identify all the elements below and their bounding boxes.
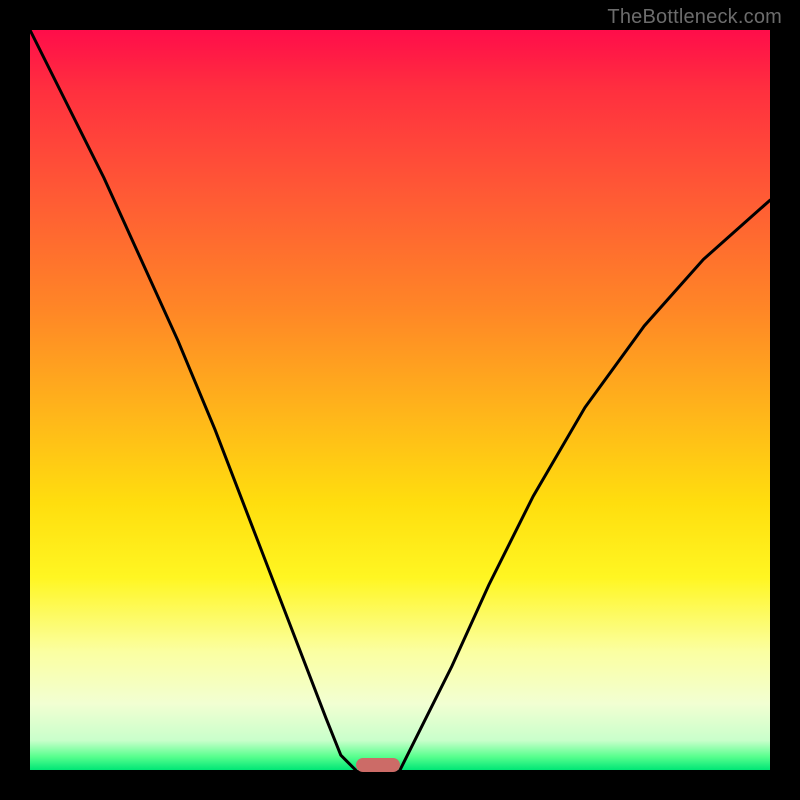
left-curve: [30, 30, 356, 770]
curves-svg: [30, 30, 770, 770]
watermark-text: TheBottleneck.com: [607, 6, 782, 29]
plot-area: [30, 30, 770, 770]
right-curve: [400, 200, 770, 770]
chart-frame: TheBottleneck.com: [0, 0, 800, 800]
bottleneck-marker: [356, 758, 400, 772]
